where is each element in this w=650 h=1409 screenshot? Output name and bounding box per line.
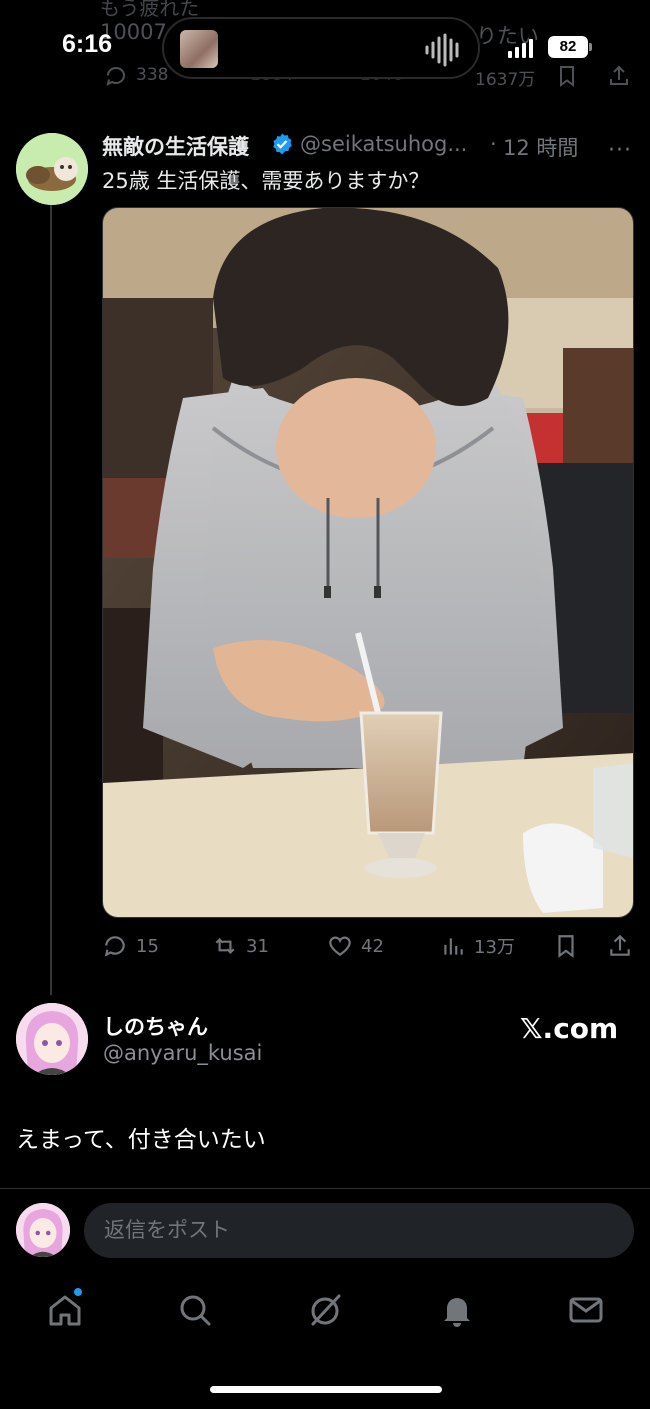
grok-icon <box>311 1294 341 1326</box>
tweet-text: 25歳 生活保護、需要ありますか？ <box>102 169 430 193</box>
previous-reply-count: 338 <box>136 65 169 85</box>
avatar-image <box>16 133 88 205</box>
verified-badge-icon <box>273 133 292 155</box>
card-author-handle[interactable]: @anyaru_kusai <box>103 1041 262 1065</box>
more-options-icon[interactable]: ··· <box>608 138 632 163</box>
heart-icon <box>329 936 351 956</box>
dynamic-island[interactable] <box>162 17 480 79</box>
like-button[interactable]: 42 <box>327 928 384 964</box>
tab-search[interactable] <box>175 1290 215 1330</box>
tweet-separator: · <box>490 132 497 156</box>
media-thumbnail <box>180 30 218 68</box>
divider <box>0 1188 650 1189</box>
audio-waveform-icon <box>425 33 459 67</box>
tab-bar <box>0 1280 650 1350</box>
search-icon <box>180 1295 211 1326</box>
reply-icon <box>104 936 125 957</box>
previous-view-count: 1637万 <box>475 70 536 90</box>
status-time: 6:16 <box>62 30 113 58</box>
home-indicator[interactable] <box>210 1386 442 1393</box>
card-author-avatar[interactable] <box>16 1003 88 1075</box>
tweet-timestamp[interactable]: 12 時間 <box>503 132 578 162</box>
x-logo: 𝕏.com <box>520 1012 619 1045</box>
photo-image <box>103 208 633 917</box>
tab-home[interactable] <box>45 1290 85 1330</box>
tweet-author-handle[interactable]: @seikatsuhog... <box>300 132 488 156</box>
retweet-icon <box>215 937 235 955</box>
card-text: えまって、付き合いたい <box>16 1127 266 1153</box>
signal-icon <box>508 39 533 58</box>
battery-indicator: 82 <box>548 36 588 58</box>
tab-grok[interactable] <box>305 1290 345 1330</box>
reply-icon[interactable] <box>104 64 128 88</box>
home-icon <box>49 1295 81 1326</box>
share-button[interactable] <box>607 928 633 964</box>
like-count: 42 <box>361 935 384 957</box>
share-icon <box>610 934 630 956</box>
tab-notifications[interactable] <box>437 1290 477 1330</box>
tweet-author-avatar[interactable] <box>16 133 88 205</box>
notifications-icon <box>444 1298 470 1327</box>
avatar-image <box>16 1203 70 1257</box>
tweet-author-name[interactable]: 無敵の生活保護 <box>102 131 249 161</box>
retweet-button[interactable]: 31 <box>212 928 269 964</box>
bookmark-icon <box>558 935 574 958</box>
thread-line <box>50 205 52 995</box>
messages-icon <box>569 1297 603 1323</box>
view-count: 13万 <box>474 937 515 958</box>
reply-button[interactable]: 15 <box>102 928 159 964</box>
analytics-icon <box>444 938 463 955</box>
views-button[interactable]: 13万 <box>440 928 515 964</box>
share-icon[interactable] <box>607 64 631 88</box>
bookmark-button[interactable] <box>553 928 579 964</box>
tab-messages[interactable] <box>566 1290 606 1330</box>
avatar-image <box>16 1003 88 1075</box>
retweet-count: 31 <box>246 935 269 957</box>
reply-count: 15 <box>136 935 159 957</box>
bookmark-icon[interactable] <box>555 64 579 88</box>
current-user-avatar[interactable] <box>16 1203 70 1257</box>
home-notification-dot <box>74 1288 82 1296</box>
battery-nub <box>589 43 592 51</box>
tweet-photo[interactable] <box>102 207 634 918</box>
tweet-actions: 15 31 42 13万 <box>102 928 637 964</box>
reply-input[interactable]: 返信をポスト <box>84 1203 634 1258</box>
card-author-name[interactable]: しのちゃん <box>103 1011 208 1041</box>
